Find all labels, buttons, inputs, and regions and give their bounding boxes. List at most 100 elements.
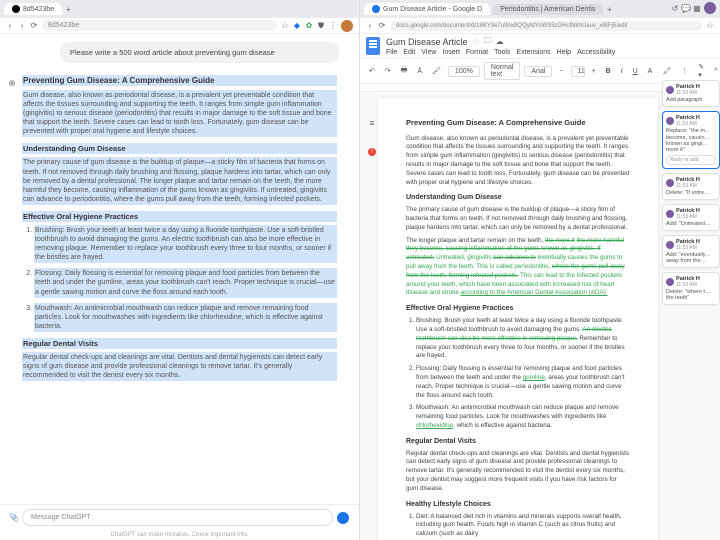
comment-card[interactable]: Patrick H11:53 AMDelete: "If untre… bbox=[662, 173, 720, 200]
textcolor-icon[interactable]: A bbox=[645, 67, 656, 76]
menu-help[interactable]: Help bbox=[557, 49, 571, 56]
replacement: chlorhexidine bbox=[416, 422, 453, 429]
comment-action: Add paragraph bbox=[666, 97, 716, 103]
tab-favicon bbox=[12, 5, 20, 13]
outline-panel: ≡ ! bbox=[366, 98, 378, 540]
doc-canvas: ≡ ! Preventing Gum Disease: A Comprehens… bbox=[360, 92, 720, 540]
reload-icon[interactable]: ⟳ bbox=[378, 22, 386, 30]
back-icon[interactable]: ‹ bbox=[6, 22, 14, 30]
italic-icon[interactable]: I bbox=[618, 67, 626, 76]
outline-icon[interactable]: ≡ bbox=[369, 118, 374, 128]
star-icon[interactable]: ☆ bbox=[281, 22, 289, 30]
editing-mode[interactable]: ✎ ▾ bbox=[695, 62, 707, 80]
menu-edit[interactable]: Edit bbox=[403, 49, 415, 56]
chat-content: Please write a 500 word article about pr… bbox=[0, 34, 359, 504]
font-size[interactable]: 11 bbox=[571, 66, 585, 77]
docs-favicon bbox=[372, 5, 380, 13]
more-icon[interactable]: ⋮ bbox=[678, 66, 691, 76]
reply-input[interactable]: Reply or add bbox=[666, 155, 716, 165]
text: The longer plaque and tartar remain on t… bbox=[406, 237, 545, 244]
new-tab-icon[interactable]: + bbox=[64, 5, 72, 13]
doc-h3d: Healthy Lifestyle Choices bbox=[406, 500, 630, 510]
chat-input[interactable]: Message ChatGPT bbox=[22, 509, 333, 526]
doc-list: Brushing: Brush your teeth at least twic… bbox=[416, 317, 630, 431]
star-icon[interactable]: ☆ bbox=[706, 22, 714, 30]
comment-time: 11:53 AM bbox=[676, 214, 700, 220]
undo-icon[interactable]: ↶ bbox=[366, 66, 378, 76]
back-icon[interactable]: ‹ bbox=[366, 22, 374, 30]
star-icon[interactable]: ☆ bbox=[472, 36, 480, 47]
comment-card[interactable]: Patrick H11:53 AMAdd paragraph bbox=[662, 92, 720, 107]
tab-title: Periodontitis | American Dentis bbox=[500, 6, 595, 13]
browser-tabbar: 8d5423be + bbox=[0, 0, 359, 18]
menu-format[interactable]: Format bbox=[466, 49, 488, 56]
text: , which is effective against bacteria. bbox=[453, 422, 552, 429]
zoom-select[interactable]: 100% bbox=[448, 66, 480, 77]
chat-input-row: 📎 Message ChatGPT bbox=[0, 504, 359, 530]
bold-icon[interactable]: B bbox=[603, 67, 614, 76]
comment-action: Delete: "If untre… bbox=[666, 190, 716, 196]
comment-card[interactable]: Patrick H11:53 AMAdd: "Untreated… bbox=[662, 204, 720, 231]
url-input[interactable]: docs.google.com/document/d/18KY3e7uWw8QQ… bbox=[390, 21, 702, 31]
menu-icon[interactable]: ⋮ bbox=[329, 22, 337, 30]
style-select[interactable]: Normal text bbox=[484, 62, 521, 80]
comment-icon[interactable]: 💬 bbox=[682, 4, 690, 12]
menu-file[interactable]: File bbox=[386, 49, 397, 56]
underline-icon[interactable]: U bbox=[630, 67, 641, 76]
comment-detail: become, causin… known as gingi… more it" bbox=[666, 135, 716, 153]
puzzle-icon[interactable]: ✿ bbox=[305, 22, 313, 30]
article-h3c: Regular Dental Visits bbox=[22, 338, 337, 349]
redo-icon[interactable]: ↷ bbox=[382, 66, 394, 76]
spellcheck-icon[interactable]: Ā bbox=[414, 67, 425, 76]
address-bar: ‹ ⟳ docs.google.com/document/d/18KY3e7uW… bbox=[360, 18, 720, 34]
doc-page[interactable]: Preventing Gum Disease: A Comprehensive … bbox=[378, 98, 658, 540]
reload-icon[interactable]: ⟳ bbox=[30, 22, 38, 30]
highlight-icon[interactable]: 🖍 bbox=[659, 66, 674, 76]
doc-h3b: Effective Oral Hygiene Practices bbox=[406, 304, 630, 314]
send-button[interactable] bbox=[337, 512, 349, 524]
avatar bbox=[666, 241, 674, 249]
new-tab-icon[interactable]: + bbox=[605, 5, 613, 13]
browser-tab[interactable]: 8d5423be bbox=[4, 3, 62, 15]
browser-tab[interactable]: Gum Disease Article - Google D bbox=[364, 3, 490, 15]
browser-tab[interactable]: Periodontitis | American Dentis bbox=[492, 4, 603, 15]
size-plus[interactable]: + bbox=[589, 67, 599, 76]
list-item: Mouthwash: An antimicrobial mouthwash ca… bbox=[416, 404, 630, 430]
cloud-icon[interactable]: ☁ bbox=[496, 38, 504, 46]
menu-extensions[interactable]: Extensions bbox=[516, 49, 550, 56]
comment-card[interactable]: Patrick H11:53 AMReplace: "the m…become,… bbox=[662, 111, 720, 169]
avatar bbox=[666, 92, 674, 94]
menu-view[interactable]: View bbox=[421, 49, 436, 56]
comment-card[interactable]: Patrick H11:53 AMAdd: "eventually… away … bbox=[662, 235, 720, 268]
shield-icon[interactable]: ⛊ bbox=[317, 22, 325, 30]
strike: the more it bbox=[545, 237, 575, 244]
avatar bbox=[666, 179, 674, 187]
size-minus[interactable]: − bbox=[556, 67, 566, 76]
docs-logo-icon[interactable] bbox=[366, 37, 380, 55]
error-badge[interactable]: ! bbox=[368, 148, 376, 156]
font-select[interactable]: Arial bbox=[524, 66, 552, 77]
link[interactable]: according to the American Dental Associa… bbox=[461, 289, 608, 296]
menu-insert[interactable]: Insert bbox=[442, 49, 460, 56]
address-bar: ‹ › ⟳ 8d5423be ☆ ◆ ✿ ⛊ ⋮ bbox=[0, 18, 359, 34]
extension-icon[interactable]: ◆ bbox=[293, 22, 301, 30]
history-icon[interactable]: ↺ bbox=[671, 4, 679, 12]
doc-title[interactable]: Gum Disease Article bbox=[386, 37, 468, 47]
print-icon[interactable]: 🖶 bbox=[398, 65, 411, 78]
disclaimer: ChatGPT can make mistakes. Check importa… bbox=[0, 530, 359, 540]
menu-tools[interactable]: Tools bbox=[494, 49, 510, 56]
profile-avatar[interactable] bbox=[341, 20, 353, 32]
meet-icon[interactable]: ▦ bbox=[693, 4, 701, 12]
forward-icon[interactable]: › bbox=[18, 22, 26, 30]
collapse-icon[interactable]: ^ bbox=[711, 67, 720, 76]
profile-avatar[interactable] bbox=[704, 2, 716, 14]
list-item: Brushing: Brush your teeth at least twic… bbox=[416, 317, 630, 361]
url-input[interactable]: 8d5423be bbox=[42, 20, 277, 31]
article-p1: Gum disease, also known as periodontal d… bbox=[22, 90, 337, 137]
menu-accessibility[interactable]: Accessibility bbox=[577, 49, 615, 56]
attach-icon[interactable]: 📎 bbox=[10, 514, 18, 522]
comment-card[interactable]: Patrick H11:53 AMDelete: "where t… the t… bbox=[662, 272, 720, 305]
paint-icon[interactable]: 🖌 bbox=[429, 66, 444, 76]
folder-icon[interactable]: 🗀 bbox=[484, 38, 492, 46]
article-p2: The primary cause of gum disease is the … bbox=[22, 157, 337, 204]
